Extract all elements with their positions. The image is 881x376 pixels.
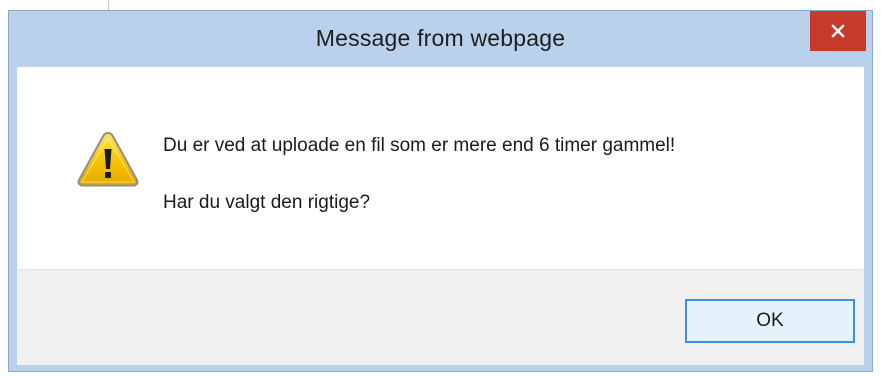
close-button[interactable] — [810, 11, 866, 51]
dialog-title: Message from webpage — [315, 25, 566, 51]
message-dialog: Message from webpage Du er ved at upload… — [8, 10, 873, 372]
page: Message from webpage Du er ved at upload… — [0, 0, 881, 376]
message-text-line2: Har du valgt den rigtige? — [163, 192, 371, 213]
ok-button[interactable]: OK — [685, 299, 855, 343]
message-text-line1: Du er ved at uploade en fil som er mere … — [163, 135, 676, 156]
message-area: Du er ved at uploade en fil som er mere … — [17, 67, 864, 269]
dialog-client-area: Du er ved at uploade en fil som er mere … — [17, 67, 864, 365]
close-icon — [831, 24, 845, 38]
dialog-footer: OK — [17, 269, 864, 365]
warning-icon — [77, 131, 139, 187]
dialog-titlebar[interactable]: Message from webpage — [9, 11, 872, 67]
